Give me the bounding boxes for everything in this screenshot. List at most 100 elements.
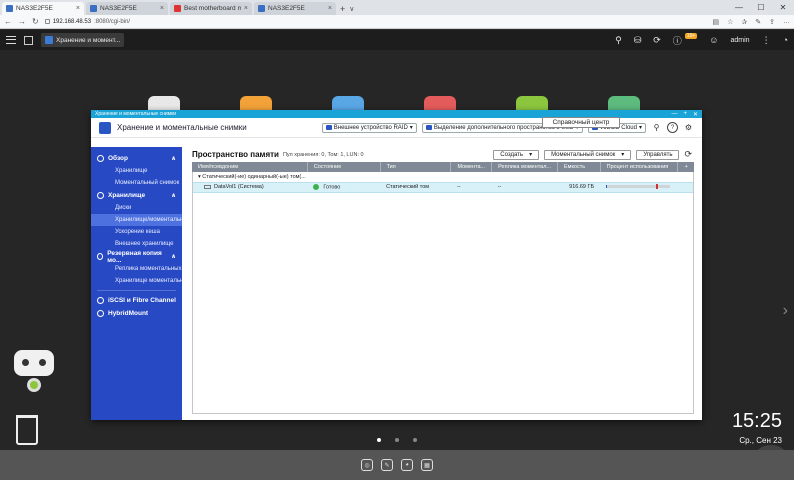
sidebar-item-snapshot-replica[interactable]: Реплика моментальных... <box>91 263 182 275</box>
main-menu-icon[interactable] <box>6 36 16 44</box>
refresh-icon[interactable]: ⟳ <box>684 149 692 160</box>
external-raid-label: Внешнее устройство RAID <box>333 124 408 131</box>
next-page-arrow-icon[interactable]: › <box>783 302 788 320</box>
sidebar-item-storage-overview[interactable]: Хранилище <box>91 165 182 177</box>
manage-button[interactable]: Управлять <box>636 149 680 160</box>
sidebar-item-cache-acceleration[interactable]: Ускорение кеша <box>91 226 182 238</box>
dock-tools-icon[interactable]: ✎ <box>381 459 393 471</box>
url-field[interactable]: 192.168.48.53:8080/cgi-bin/ <box>44 17 565 27</box>
snapshot-label: Моментальный снимок <box>551 151 616 158</box>
qnap-favicon-icon <box>90 5 97 12</box>
cell-capacity: 916.69 ГБ <box>557 181 601 193</box>
minimize-icon[interactable]: — <box>671 111 677 118</box>
close-icon[interactable]: × <box>160 5 164 12</box>
sidebar-item-external-storage[interactable]: Внешнее хранилище <box>91 238 182 250</box>
header-buttons: Внешнее устройство RAID ▾ Выделение допо… <box>321 122 694 133</box>
window-titlebar-text: Хранение и моментальные снимки <box>95 111 177 117</box>
more-icon[interactable]: … <box>783 18 790 26</box>
column-header-replica[interactable]: Реплика моментал... <box>491 162 559 172</box>
column-header-usage[interactable]: Процент использования <box>600 162 679 172</box>
page-title: Пространство памяти <box>192 150 279 159</box>
browser-tab[interactable]: Best motherboard manufac × <box>170 2 252 15</box>
column-header-name[interactable]: Имя/псевдоним <box>192 162 308 172</box>
back-icon[interactable]: ← <box>4 17 12 26</box>
site-info-icon[interactable] <box>44 19 50 24</box>
table-group-row[interactable]: ▾ Статический(-ие) одинарный(-ые) том(..… <box>192 172 694 182</box>
bottom-dock: ◎ ✎ ◕ ▦ <box>0 450 794 480</box>
show-desktop-icon[interactable] <box>24 35 33 45</box>
chevron-down-icon[interactable]: ▾ <box>198 174 201 180</box>
pen-icon[interactable]: ✎ <box>755 18 761 26</box>
dock-pie-icon[interactable]: ◕ <box>401 459 413 471</box>
browser-tab[interactable]: NAS3E2F5E × <box>254 2 336 15</box>
sidebar-item-snapshot-overview[interactable]: Моментальный снимок <box>91 177 182 189</box>
share-icon[interactable]: ⇪ <box>769 18 775 26</box>
favorite-star-icon[interactable]: ☆ <box>727 18 733 26</box>
desktop-date: Ср., Сен 23 <box>739 436 782 445</box>
url-path: :8080/cgi-bin/ <box>94 18 131 25</box>
cell-empty <box>677 181 694 193</box>
options-icon[interactable]: ⋮ <box>762 35 771 46</box>
sidebar-item-hybridmount[interactable]: HybridMount <box>91 307 182 320</box>
sidebar-item-iscsi[interactable]: iSCSI и Fibre Channel <box>91 294 182 307</box>
user-icon[interactable]: ☺ <box>709 35 718 45</box>
column-header-type[interactable]: Тип <box>380 162 452 172</box>
page-dot[interactable] <box>395 438 399 442</box>
close-icon[interactable]: ✕ <box>693 111 698 118</box>
browser-tab[interactable]: NAS3E2F5E × <box>86 2 168 15</box>
favorites-icon[interactable]: ✰ <box>741 18 747 26</box>
notifications-icon[interactable]: ⓘ <box>673 34 682 47</box>
sidebar-group-overview[interactable]: Обзор ∧ <box>91 152 182 165</box>
column-header-capacity[interactable]: Емкость <box>557 162 601 172</box>
tab-list-chevron-icon[interactable]: ∨ <box>349 5 354 13</box>
page-dot[interactable] <box>413 438 417 442</box>
add-column-icon[interactable]: + <box>677 162 694 172</box>
dashboard-icon[interactable]: ◔ <box>783 35 788 45</box>
external-raid-button[interactable]: Внешнее устройство RAID ▾ <box>321 122 417 133</box>
sidebar-group-storage[interactable]: Хранилище ∧ <box>91 189 182 202</box>
minimize-icon[interactable]: — <box>728 0 750 15</box>
new-tab-icon[interactable]: + <box>340 4 345 14</box>
forward-icon[interactable]: → <box>18 17 26 26</box>
close-icon[interactable]: × <box>76 5 80 12</box>
maximize-icon[interactable]: ☐ <box>750 0 772 15</box>
sidebar-item-snapshot-vault[interactable]: Хранилище моментальн... <box>91 275 182 287</box>
usage-bar-fill <box>606 185 608 189</box>
reload-icon[interactable]: ↻ <box>32 17 39 26</box>
reading-view-icon[interactable]: ▤ <box>712 18 719 26</box>
running-app-tab[interactable]: Хранение и момент... <box>41 33 125 47</box>
address-bar-icons: ▤ ☆ ✰ ✎ ⇪ … <box>712 18 790 26</box>
usage-threshold-mark <box>656 184 659 190</box>
page-dot[interactable] <box>377 438 381 442</box>
sidebar-group-snapshot-backup[interactable]: Резервная копия мо... ∧ <box>91 250 182 264</box>
external-devices-icon[interactable]: ⟳ <box>653 35 661 46</box>
app-title: Хранение и моментальные снимки <box>117 123 247 132</box>
dock-grid-icon[interactable]: ▦ <box>421 459 433 471</box>
snapshot-button[interactable]: Моментальный снимок ▾ <box>544 149 632 160</box>
chevron-up-icon: ∧ <box>171 193 176 199</box>
desktop-pager <box>377 438 417 442</box>
help-icon[interactable]: ? <box>667 122 678 133</box>
user-menu[interactable]: admin <box>730 37 749 44</box>
search-icon[interactable]: ⚲ <box>615 35 622 46</box>
sidebar-item-storage-snapshots[interactable]: Хранилище/моментальн... <box>91 214 182 226</box>
create-button[interactable]: Создать ▾ <box>493 149 540 160</box>
table-header-row: Имя/псевдоним Состояние Тип Момента... Р… <box>192 162 694 172</box>
column-header-status[interactable]: Состояние <box>307 162 381 172</box>
close-icon[interactable]: × <box>328 5 332 12</box>
settings-gear-icon[interactable]: ⚙ <box>683 122 694 133</box>
content-buttons: Создать ▾ Моментальный снимок ▾ Управлят… <box>493 149 692 160</box>
maximize-icon[interactable]: + <box>683 111 687 118</box>
helpdesk-robot-icon[interactable] <box>14 350 54 398</box>
close-window-icon[interactable]: ✕ <box>772 0 794 15</box>
browser-tab[interactable]: NAS3E2F5E × <box>2 2 84 15</box>
column-header-snapshot[interactable]: Момента... <box>450 162 493 172</box>
close-icon[interactable]: × <box>244 5 248 12</box>
sidebar-item-disks[interactable]: Диски <box>91 202 182 214</box>
table-row[interactable]: DataVol1 (Система) Готово Статический то… <box>192 181 694 193</box>
chevron-up-icon: ∧ <box>171 156 176 162</box>
search-icon[interactable]: ⚲ <box>651 122 662 133</box>
background-tasks-icon[interactable]: ⛁ <box>634 35 642 46</box>
trash-icon[interactable] <box>16 415 38 445</box>
dock-app-icon[interactable]: ◎ <box>361 459 373 471</box>
